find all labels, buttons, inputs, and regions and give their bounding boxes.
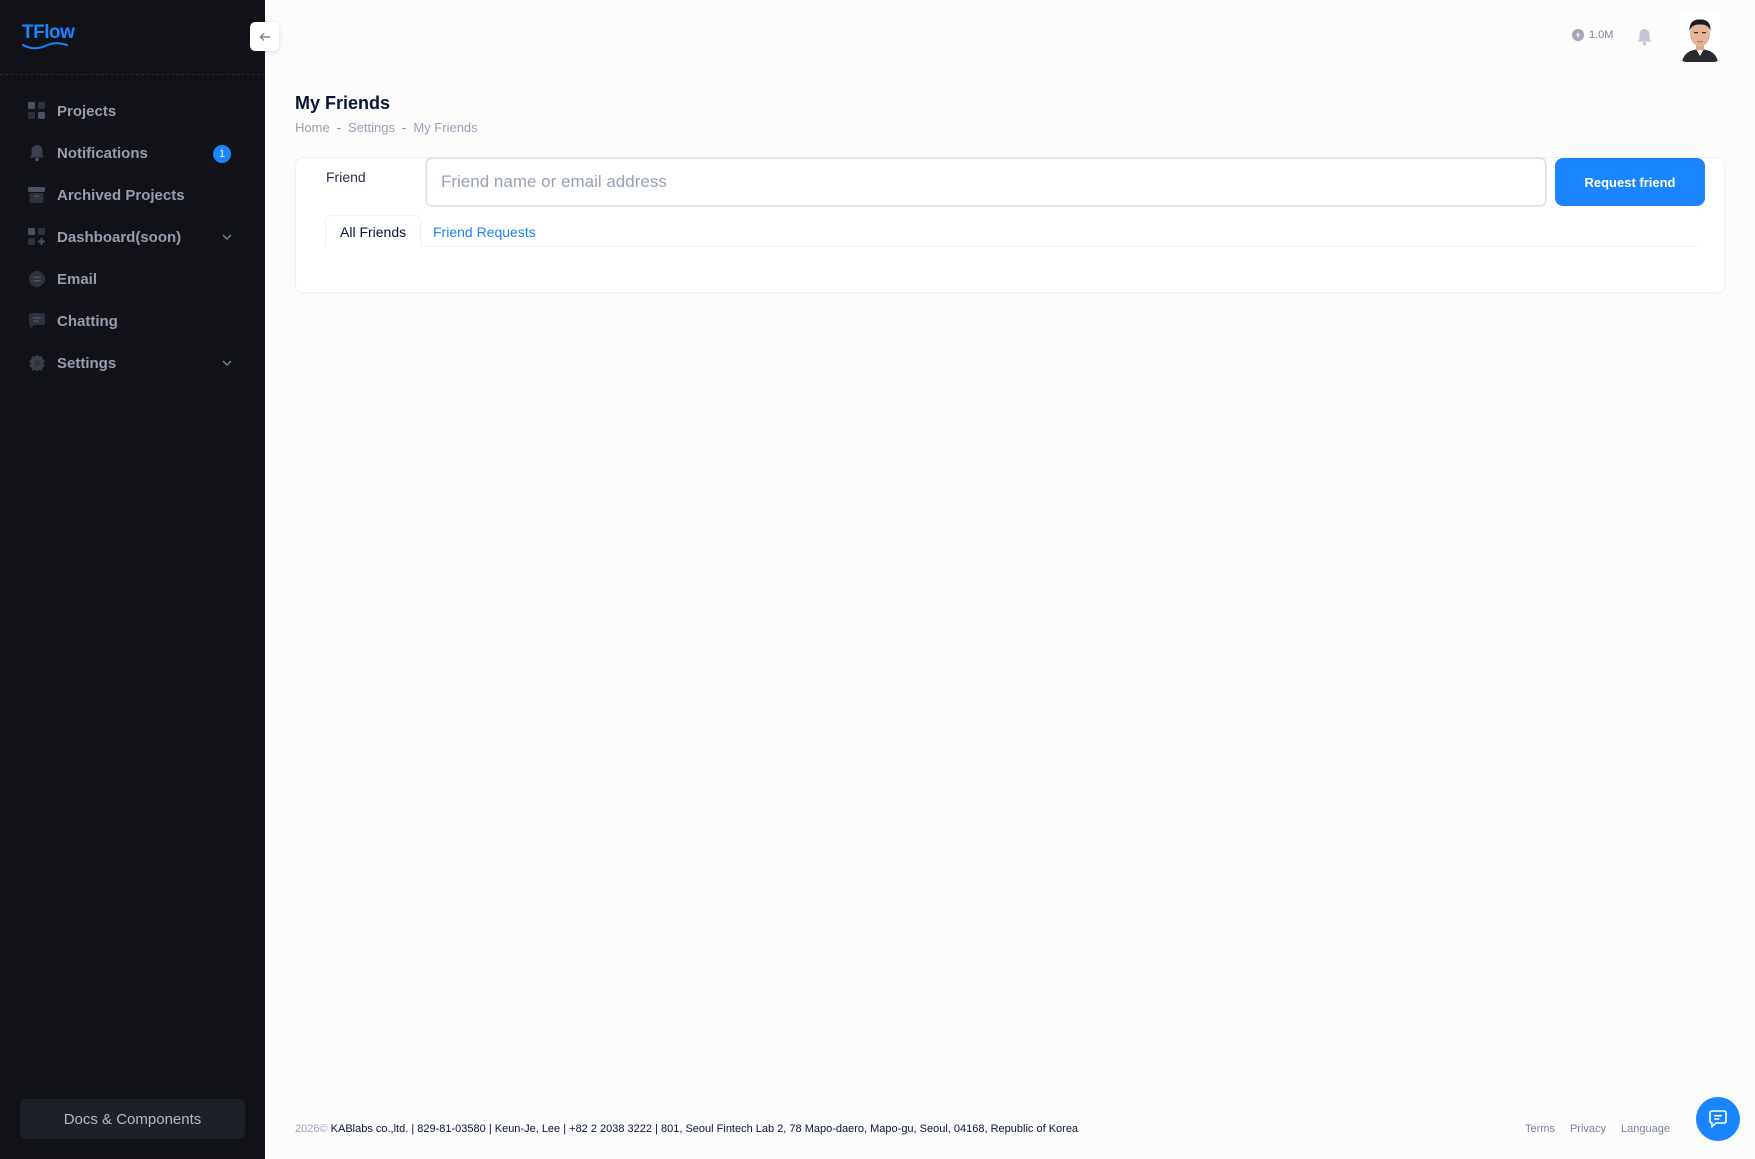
footer-link-language[interactable]: Language bbox=[1621, 1123, 1670, 1135]
logo-text: TFlow bbox=[22, 22, 75, 43]
friends-tabs: All Friends Friend Requests bbox=[325, 215, 1697, 248]
sidebar-item-projects[interactable]: Projects bbox=[0, 90, 265, 132]
gear-icon bbox=[29, 354, 45, 372]
footer-year: 2026© bbox=[295, 1123, 328, 1135]
sidebar-item-email[interactable]: Email bbox=[0, 258, 265, 300]
app-logo[interactable]: TFlow bbox=[22, 22, 75, 52]
sidebar-item-settings[interactable]: Settings bbox=[0, 342, 265, 384]
notification-count-badge: 1 bbox=[213, 145, 231, 163]
sidebar-menu: Projects Notifications 1 Archived Projec… bbox=[0, 90, 265, 384]
chevron-down-icon[interactable] bbox=[221, 357, 233, 369]
arrow-left-icon bbox=[259, 32, 270, 41]
footer-link-privacy[interactable]: Privacy bbox=[1570, 1123, 1606, 1135]
bell-icon[interactable] bbox=[1636, 28, 1653, 46]
breadcrumb-home[interactable]: Home bbox=[295, 120, 330, 135]
sidebar-item-label: Projects bbox=[57, 102, 117, 120]
friend-search-input[interactable] bbox=[426, 158, 1546, 206]
page-title: My Friends bbox=[295, 93, 391, 113]
sidebar-item-label: Dashboard(soon) bbox=[57, 228, 182, 246]
bell-icon bbox=[29, 145, 45, 162]
tab-friend-requests[interactable]: Friend Requests bbox=[419, 215, 550, 248]
breadcrumb-separator: - bbox=[336, 120, 342, 135]
sidebar-item-chatting[interactable]: Chatting bbox=[0, 300, 265, 342]
sidebar-item-label: Email bbox=[57, 270, 98, 288]
docs-components-button[interactable]: Docs & Components bbox=[20, 1099, 245, 1139]
grid-icon bbox=[28, 102, 45, 119]
sidebar: TFlow Projects Notifications 1 Archived … bbox=[0, 0, 265, 1159]
chat-icon bbox=[1709, 1110, 1727, 1128]
breadcrumb-settings[interactable]: Settings bbox=[348, 120, 395, 135]
chevron-down-icon[interactable] bbox=[221, 231, 233, 243]
user-photo bbox=[1680, 12, 1720, 62]
sidebar-collapse-button[interactable] bbox=[250, 22, 279, 51]
sidebar-divider bbox=[0, 74, 265, 75]
sidebar-item-archived-projects[interactable]: Archived Projects bbox=[0, 174, 265, 216]
footer-company: KABlabs co.,ltd. | 829-81-03580 | Keun-J… bbox=[330, 1123, 1079, 1135]
logo-wave-icon bbox=[22, 42, 68, 50]
breadcrumb: Home - Settings - My Friends bbox=[295, 120, 478, 135]
breadcrumb-separator: - bbox=[402, 120, 407, 135]
sidebar-item-label: Settings bbox=[57, 354, 117, 372]
footer-link-terms[interactable]: Terms bbox=[1525, 1123, 1555, 1135]
footer-company-info: 2026© KABlabs co.,ltd. | 829-81-03580 | … bbox=[295, 1123, 1078, 1135]
breadcrumb-current: My Friends bbox=[413, 120, 478, 135]
request-friend-button[interactable]: Request friend bbox=[1555, 158, 1705, 206]
archive-icon bbox=[28, 187, 45, 203]
token-balance[interactable]: 1.0M bbox=[1572, 29, 1613, 41]
sidebar-item-label: Chatting bbox=[57, 312, 118, 330]
user-avatar[interactable] bbox=[1680, 12, 1720, 62]
sidebar-item-label: Notifications bbox=[57, 144, 148, 162]
sidebar-item-dashboard[interactable]: Dashboard(soon) bbox=[0, 216, 265, 258]
chat-icon bbox=[29, 313, 45, 329]
dashboard-icon bbox=[28, 228, 45, 245]
footer-links: Terms Privacy Language bbox=[1525, 1123, 1670, 1135]
sidebar-item-notifications[interactable]: Notifications 1 bbox=[0, 132, 265, 174]
lightning-icon bbox=[1572, 29, 1584, 41]
friend-field-label: Friend bbox=[326, 169, 366, 185]
email-icon bbox=[29, 271, 45, 287]
token-balance-value: 1.0M bbox=[1589, 29, 1614, 41]
chat-fab-button[interactable] bbox=[1696, 1097, 1740, 1141]
tab-all-friends[interactable]: All Friends bbox=[325, 215, 422, 248]
sidebar-item-label: Archived Projects bbox=[57, 186, 185, 204]
friends-card: Friend Request friend All Friends Friend… bbox=[295, 157, 1725, 293]
